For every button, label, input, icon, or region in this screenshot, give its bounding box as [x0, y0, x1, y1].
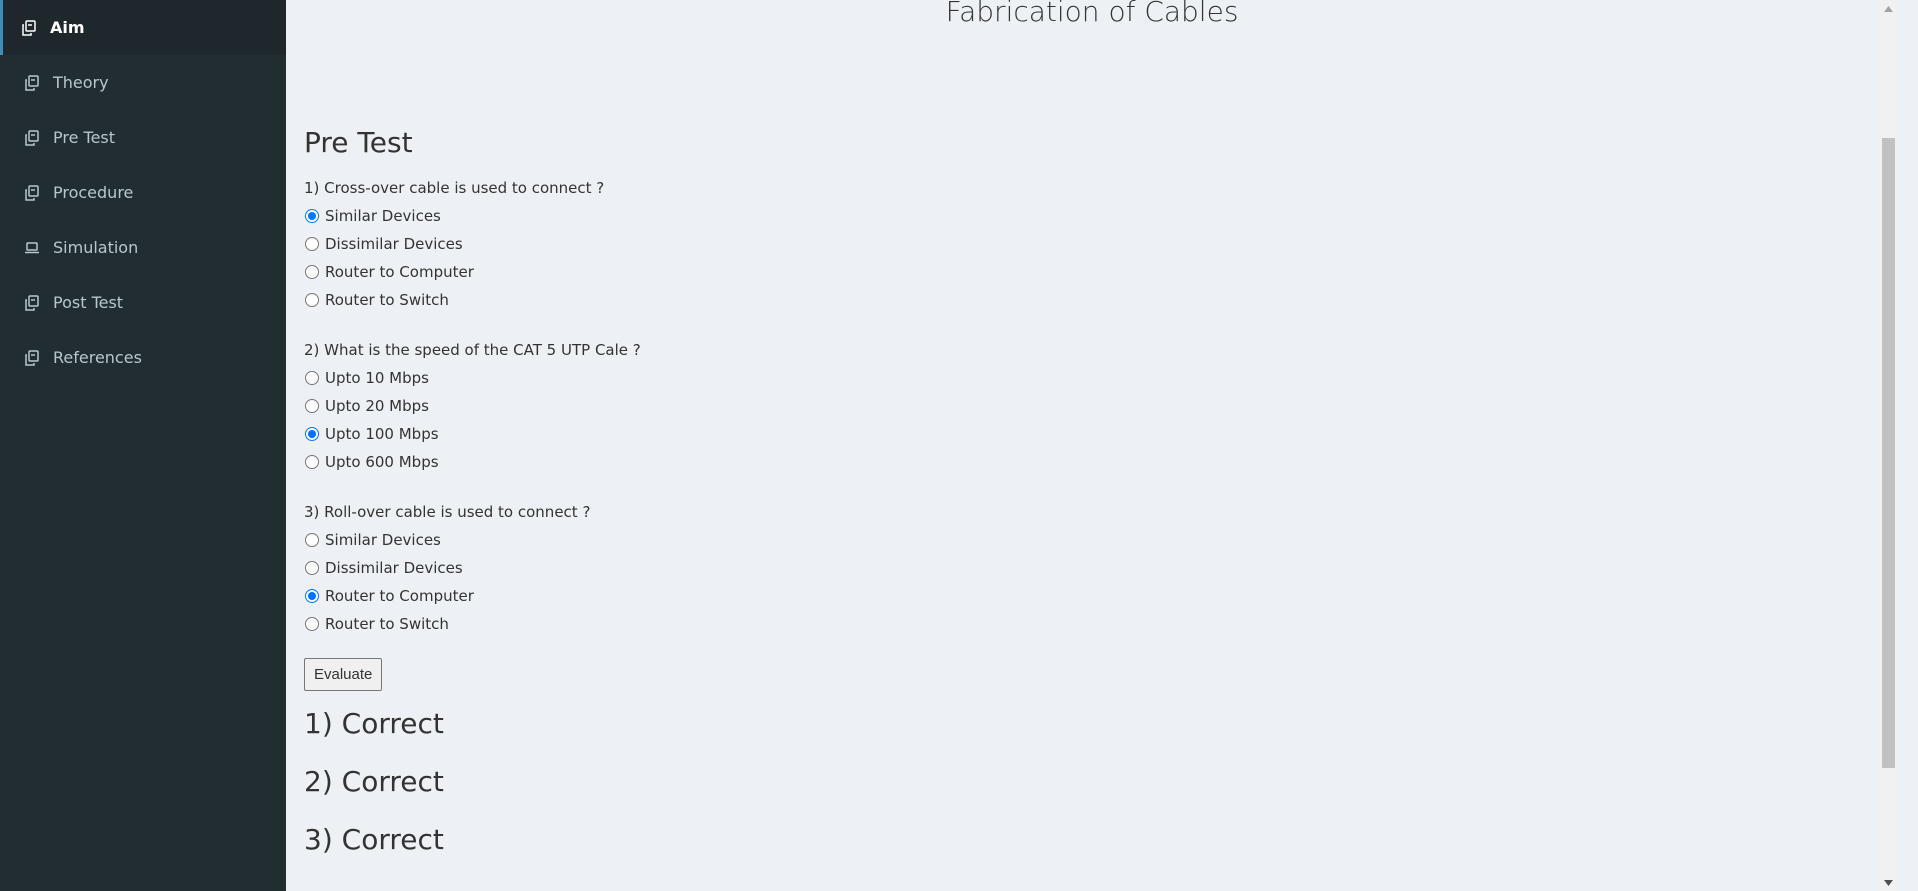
option-q3-2[interactable]: Dissimilar Devices	[304, 554, 1804, 582]
copy-icon	[23, 74, 41, 92]
copy-icon	[23, 184, 41, 202]
option-label: Upto 10 Mbps	[325, 369, 429, 387]
option-q2-1[interactable]: Upto 10 Mbps	[304, 364, 1804, 392]
radio-button[interactable]	[305, 455, 319, 469]
section-title: Pre Test	[304, 126, 413, 159]
option-q2-2[interactable]: Upto 20 Mbps	[304, 392, 1804, 420]
question-text: 3) Roll-over cable is used to connect ?	[304, 503, 591, 521]
option-label: Router to Switch	[325, 615, 449, 633]
main-content: Fabrication of Cables Pre Test 1) Cross-…	[286, 0, 1898, 891]
scroll-up-arrow-icon[interactable]	[1879, 0, 1898, 17]
radio-button[interactable]	[305, 589, 319, 603]
sidebar-item-label: Procedure	[53, 183, 134, 202]
sidebar-item-label: Simulation	[53, 238, 139, 257]
result-2: 2) Correct	[304, 765, 444, 798]
option-q2-3[interactable]: Upto 100 Mbps	[304, 420, 1804, 448]
radio-button[interactable]	[305, 617, 319, 631]
radio-button[interactable]	[305, 399, 319, 413]
scroll-down-arrow-icon[interactable]	[1879, 874, 1898, 891]
option-label: Dissimilar Devices	[325, 235, 463, 253]
option-q1-4[interactable]: Router to Switch	[304, 286, 1804, 314]
copy-icon	[23, 294, 41, 312]
option-q1-1[interactable]: Similar Devices	[304, 202, 1804, 230]
sidebar-item-references[interactable]: References	[0, 330, 286, 385]
option-label: Router to Computer	[325, 263, 474, 281]
option-label: Upto 600 Mbps	[325, 453, 439, 471]
option-label: Dissimilar Devices	[325, 559, 463, 577]
radio-button[interactable]	[305, 265, 319, 279]
sidebar-item-aim[interactable]: Aim	[0, 0, 286, 55]
results: 1) Correct 2) Correct 3) Correct	[304, 706, 1804, 858]
option-q2-4[interactable]: Upto 600 Mbps	[304, 448, 1804, 476]
sidebar-item-procedure[interactable]: Procedure	[0, 165, 286, 220]
copy-icon	[20, 19, 38, 37]
option-q3-3[interactable]: Router to Computer	[304, 582, 1804, 610]
result-3: 3) Correct	[304, 823, 444, 856]
option-label: Similar Devices	[325, 207, 441, 225]
option-label: Router to Computer	[325, 587, 474, 605]
radio-button[interactable]	[305, 561, 319, 575]
sidebar-item-label: Post Test	[53, 293, 124, 312]
radio-button[interactable]	[305, 237, 319, 251]
option-label: Router to Switch	[325, 291, 449, 309]
scrollbar-thumb[interactable]	[1882, 138, 1895, 768]
radio-button[interactable]	[305, 427, 319, 441]
page-title: Fabrication of Cables	[945, 0, 1239, 28]
option-q3-1[interactable]: Similar Devices	[304, 526, 1804, 554]
result-1: 1) Correct	[304, 707, 444, 740]
copy-icon	[23, 349, 41, 367]
sidebar-item-label: Pre Test	[53, 128, 116, 147]
sidebar-item-label: Theory	[53, 73, 109, 92]
option-label: Upto 100 Mbps	[325, 425, 439, 443]
radio-button[interactable]	[305, 533, 319, 547]
option-label: Similar Devices	[325, 531, 441, 549]
sidebar: Aim Theory Pre Test Procedure Simulation…	[0, 0, 286, 891]
option-label: Upto 20 Mbps	[325, 397, 429, 415]
option-q1-2[interactable]: Dissimilar Devices	[304, 230, 1804, 258]
question-1: 1) Cross-over cable is used to connect ?…	[304, 174, 1804, 314]
question-text: 1) Cross-over cable is used to connect ?	[304, 179, 605, 197]
option-q3-4[interactable]: Router to Switch	[304, 610, 1804, 638]
pretest-section: Pre Test 1) Cross-over cable is used to …	[304, 122, 1804, 880]
sidebar-item-label: Aim	[50, 18, 85, 37]
radio-button[interactable]	[305, 293, 319, 307]
radio-button[interactable]	[305, 371, 319, 385]
copy-icon	[23, 129, 41, 147]
sidebar-item-post-test[interactable]: Post Test	[0, 275, 286, 330]
evaluate-button[interactable]: Evaluate	[304, 658, 383, 691]
question-text: 2) What is the speed of the CAT 5 UTP Ca…	[304, 341, 641, 359]
question-2: 2) What is the speed of the CAT 5 UTP Ca…	[304, 336, 1804, 476]
sidebar-item-simulation[interactable]: Simulation	[0, 220, 286, 275]
option-q1-3[interactable]: Router to Computer	[304, 258, 1804, 286]
sidebar-item-theory[interactable]: Theory	[0, 55, 286, 110]
question-3: 3) Roll-over cable is used to connect ? …	[304, 498, 1804, 638]
sidebar-item-pre-test[interactable]: Pre Test	[0, 110, 286, 165]
radio-button[interactable]	[305, 209, 319, 223]
sidebar-item-label: References	[53, 348, 142, 367]
laptop-icon	[23, 239, 41, 257]
vertical-scrollbar[interactable]	[1879, 0, 1898, 891]
